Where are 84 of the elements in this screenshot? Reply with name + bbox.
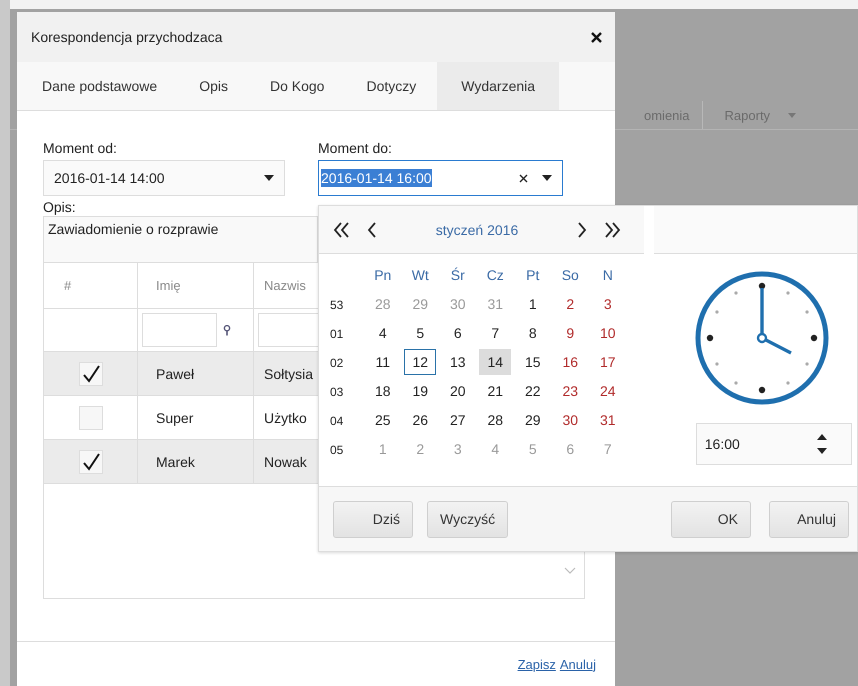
week-number: 05 bbox=[329, 442, 344, 459]
weekday-label: N bbox=[602, 266, 614, 284]
weekday-label: Cz bbox=[486, 266, 505, 284]
datetime-field[interactable]: 2016-01-14 16:00 bbox=[318, 160, 563, 196]
calendar-day[interactable]: 9 bbox=[554, 320, 586, 346]
week-number: 53 bbox=[329, 297, 344, 314]
week-number: 01 bbox=[329, 326, 344, 343]
footer-link[interactable]: Zapisz bbox=[518, 656, 556, 672]
time-field[interactable]: 16:00 bbox=[696, 423, 852, 465]
calendar-day[interactable]: 8 bbox=[516, 320, 549, 346]
calendar-day[interactable]: 31 bbox=[592, 406, 624, 432]
clear-icon[interactable] bbox=[519, 174, 528, 182]
dialog-title: Korespondencja przychodzaca bbox=[31, 29, 222, 45]
tab[interactable]: Dotyczy bbox=[345, 62, 438, 110]
field-label: Opis: bbox=[43, 198, 77, 216]
calendar-day[interactable]: 16 bbox=[554, 348, 586, 374]
tab[interactable]: Opis bbox=[178, 62, 249, 110]
weekday-label: Wt bbox=[410, 266, 430, 284]
calendar-day[interactable]: 25 bbox=[366, 406, 399, 432]
calendar-day[interactable]: 14 bbox=[479, 348, 512, 374]
calendar-day[interactable]: 4 bbox=[366, 320, 399, 346]
calendar-day[interactable]: 26 bbox=[404, 406, 436, 432]
calendar-day[interactable]: 15 bbox=[516, 348, 549, 374]
dropdown-arrow-icon[interactable] bbox=[264, 175, 274, 181]
calendar-day[interactable]: 30 bbox=[554, 406, 586, 432]
calendar-day[interactable]: 28 bbox=[479, 406, 512, 432]
week-number: 03 bbox=[329, 384, 344, 401]
datetime-field[interactable]: 2016-01-14 14:00 bbox=[43, 160, 285, 196]
calendar-day[interactable]: 20 bbox=[442, 378, 474, 404]
calendar-day[interactable]: 1 bbox=[516, 290, 549, 316]
picker-button[interactable]: Wyczyść bbox=[427, 500, 508, 538]
calendar-day[interactable]: 27 bbox=[442, 406, 474, 432]
month-title[interactable]: styczeń 2016 bbox=[393, 222, 561, 238]
calendar-day[interactable]: 17 bbox=[592, 348, 624, 374]
filter-field[interactable] bbox=[142, 313, 217, 347]
double-chevron-right-icon[interactable] bbox=[603, 222, 621, 238]
weekday-label: Pn bbox=[373, 266, 392, 284]
column-header[interactable]: Imię bbox=[138, 263, 254, 309]
field-label: Moment od: bbox=[43, 139, 118, 157]
calendar-day[interactable]: 23 bbox=[554, 378, 586, 404]
chevron-left-icon[interactable] bbox=[367, 222, 377, 238]
spinner-arrows-icon[interactable] bbox=[816, 434, 827, 454]
column-header[interactable]: # bbox=[44, 263, 138, 309]
calendar-day[interactable]: 21 bbox=[479, 378, 512, 404]
calendar-day[interactable]: 13 bbox=[442, 348, 474, 374]
week-number: 04 bbox=[329, 413, 344, 430]
tab[interactable]: Wydarzenia bbox=[437, 62, 560, 110]
checkbox[interactable] bbox=[78, 450, 102, 474]
calendar-day[interactable]: 10 bbox=[592, 320, 624, 346]
double-chevron-left-icon[interactable] bbox=[333, 222, 351, 238]
checkbox[interactable] bbox=[78, 406, 102, 430]
tab[interactable]: Do Kogo bbox=[248, 62, 346, 110]
picker-button[interactable]: Dziś bbox=[333, 500, 413, 538]
calendar-day[interactable]: 12 bbox=[404, 348, 436, 374]
weekday-label: Śr bbox=[450, 266, 466, 284]
calendar-day[interactable]: 24 bbox=[592, 378, 624, 404]
calendar-day[interactable]: 7 bbox=[479, 320, 512, 346]
calendar-day[interactable]: 29 bbox=[516, 406, 549, 432]
chevron-right-icon[interactable] bbox=[577, 222, 587, 238]
calendar-day[interactable]: 2 bbox=[554, 290, 586, 316]
calendar-day[interactable]: 19 bbox=[404, 378, 436, 404]
close-icon[interactable] bbox=[591, 32, 602, 42]
calendar-day[interactable]: 18 bbox=[366, 378, 399, 404]
picker-button[interactable]: OK bbox=[671, 500, 751, 538]
table-cell: Marek bbox=[138, 440, 254, 484]
dropdown-arrow-icon[interactable] bbox=[542, 175, 552, 181]
filter-field[interactable] bbox=[258, 313, 319, 347]
calendar-day[interactable]: 3 bbox=[592, 290, 624, 316]
weekday-label: So bbox=[560, 266, 580, 284]
calendar-day[interactable]: 6 bbox=[442, 320, 474, 346]
table-cell: Paweł bbox=[138, 352, 254, 396]
weekday-label: Pt bbox=[525, 266, 540, 284]
week-number: 02 bbox=[329, 355, 344, 372]
footer-link[interactable]: Anuluj bbox=[560, 656, 596, 672]
tab[interactable]: Dane podstawowe bbox=[17, 62, 178, 110]
filter-icon[interactable] bbox=[223, 324, 231, 336]
calendar-day[interactable]: 22 bbox=[516, 378, 549, 404]
picker-button[interactable]: Anuluj bbox=[769, 500, 849, 538]
calendar-day[interactable]: 5 bbox=[404, 320, 436, 346]
checkbox[interactable] bbox=[78, 362, 102, 386]
calendar-day[interactable]: 11 bbox=[366, 348, 399, 374]
description-field[interactable]: Zawiadomienie o rozprawie bbox=[43, 216, 318, 262]
field-label: Moment do: bbox=[318, 139, 393, 157]
clock-icon bbox=[694, 270, 830, 406]
